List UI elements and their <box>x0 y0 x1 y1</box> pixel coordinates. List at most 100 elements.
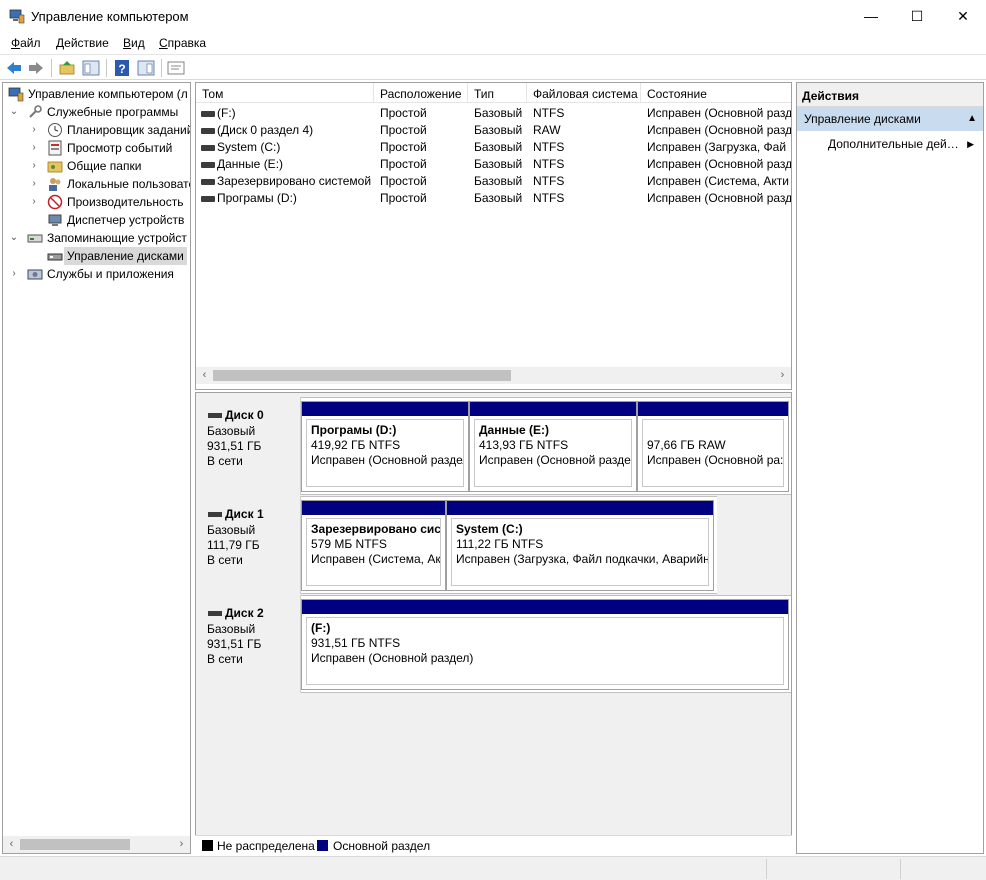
disk-0-label[interactable]: Диск 0 Базовый 931,51 ГБ В сети <box>197 397 301 495</box>
toolbar: ? <box>0 54 986 80</box>
tree-item-local-users[interactable]: › Локальные пользовате <box>5 175 190 193</box>
status-segment <box>900 859 986 879</box>
scroll-left-icon[interactable]: ‹ <box>3 836 20 853</box>
tree-item-services-apps[interactable]: › Службы и приложения <box>5 265 190 283</box>
clock-icon <box>48 123 62 137</box>
volume-horizontal-scrollbar[interactable]: ‹ › <box>196 367 791 384</box>
expand-chevron-icon[interactable]: › <box>29 193 39 211</box>
partition-f[interactable]: (F:) 931,51 ГБ NTFS Исправен (Основной р… <box>301 599 789 690</box>
disk-2-label[interactable]: Диск 2 Базовый 931,51 ГБ В сети <box>197 595 301 693</box>
disk-management-icon <box>47 253 63 261</box>
menu-file[interactable]: Файл <box>11 36 41 50</box>
scroll-left-icon[interactable]: ‹ <box>196 367 213 384</box>
navigation-tree: Управление компьютером (л ⌄ Служебные пр… <box>2 82 191 854</box>
disk-legend: Не распределена Основной раздел <box>195 835 792 854</box>
scrollbar-thumb[interactable] <box>213 370 511 381</box>
toolbar-separator <box>51 59 52 77</box>
maximize-icon: ☐ <box>910 7 924 24</box>
device-manager-icon <box>48 214 62 226</box>
expand-chevron-icon[interactable]: ⌄ <box>9 103 19 121</box>
minimize-button[interactable]: — <box>848 0 894 32</box>
volume-icon <box>201 162 215 168</box>
tools-icon <box>29 105 42 118</box>
help-icon[interactable]: ? <box>113 59 131 77</box>
close-button[interactable]: ✕ <box>940 0 986 32</box>
primary-partition-bar <box>470 402 636 416</box>
scrollbar-thumb[interactable] <box>20 839 130 850</box>
column-header-status[interactable]: Состояние <box>641 83 791 103</box>
expand-chevron-icon[interactable]: › <box>9 265 19 283</box>
table-row[interactable]: (F:) Простой Базовый NTFS Исправен (Осно… <box>196 105 791 122</box>
actions-pane: Действия Управление дисками ▲ Дополнител… <box>796 82 984 854</box>
actions-section-disk-management[interactable]: Управление дисками ▲ <box>797 107 983 131</box>
tree-item-storage[interactable]: ⌄ Запоминающие устройст <box>5 229 190 247</box>
tree-item-event-viewer[interactable]: › Просмотр событий <box>5 139 190 157</box>
up-folder-icon[interactable] <box>58 59 76 77</box>
column-header-file-system[interactable]: Файловая система <box>527 83 641 103</box>
expand-chevron-icon[interactable]: › <box>29 157 39 175</box>
disk-icon <box>208 413 222 418</box>
tree-item-device-manager[interactable]: Диспетчер устройств <box>5 211 190 229</box>
volume-icon <box>201 196 215 202</box>
status-bar <box>0 856 986 880</box>
disk-view: Диск 0 Базовый 931,51 ГБ В сети Програмы… <box>195 392 792 854</box>
close-icon: ✕ <box>957 7 969 24</box>
partition-c[interactable]: System (C:) 111,22 ГБ NTFS Исправен (Заг… <box>446 500 714 591</box>
menu-view[interactable]: Вид <box>123 36 145 50</box>
svg-text:?: ? <box>118 62 125 76</box>
users-icon <box>49 178 61 191</box>
tree-horizontal-scrollbar[interactable]: ‹ › <box>3 836 190 853</box>
status-segment <box>766 859 900 879</box>
properties-icon[interactable] <box>167 59 185 77</box>
expand-chevron-icon[interactable]: › <box>29 121 39 139</box>
partition-raw[interactable]: 97,66 ГБ RAW Исправен (Основной ра: <box>637 401 789 492</box>
disk-1-label[interactable]: Диск 1 Базовый 111,79 ГБ В сети <box>197 496 301 594</box>
minimize-icon: — <box>864 8 878 24</box>
performance-icon <box>47 194 63 210</box>
expand-chevron-icon[interactable]: ⌄ <box>9 229 19 247</box>
collapse-up-icon[interactable]: ▲ <box>967 107 977 131</box>
show-hide-action-pane-icon[interactable] <box>137 59 155 77</box>
scroll-right-icon[interactable]: › <box>774 367 791 384</box>
show-hide-tree-icon[interactable] <box>82 59 100 77</box>
table-row[interactable]: Зарезервировано системой Простой Базовый… <box>196 173 791 190</box>
partition-d[interactable]: Програмы (D:) 419,92 ГБ NTFS Исправен (О… <box>301 401 469 492</box>
forward-icon[interactable] <box>27 59 45 77</box>
column-header-layout[interactable]: Расположение <box>374 83 468 103</box>
volume-list: Том Расположение Тип Файловая система Со… <box>195 82 792 390</box>
volume-icon <box>201 111 215 117</box>
primary-partition-bar <box>302 402 468 416</box>
back-icon[interactable] <box>5 59 23 77</box>
table-row[interactable]: Данные (E:) Простой Базовый NTFS Исправе… <box>196 156 791 173</box>
tree-item-task-scheduler[interactable]: › Планировщик заданий <box>5 121 190 139</box>
tree-item-performance[interactable]: › Производительность <box>5 193 190 211</box>
menu-bar: Файл Действие Вид Справка <box>0 32 986 54</box>
submenu-arrow-icon: ▶ <box>967 139 974 149</box>
window-title: Управление компьютером <box>31 9 189 24</box>
table-row[interactable]: (Диск 0 раздел 4) Простой Базовый RAW Ис… <box>196 122 791 139</box>
menu-help[interactable]: Справка <box>159 36 206 50</box>
computer-management-icon <box>8 87 24 102</box>
expand-chevron-icon[interactable]: › <box>29 139 39 157</box>
column-header-volume[interactable]: Том <box>196 83 374 103</box>
column-header-type[interactable]: Тип <box>468 83 527 103</box>
tree-item-disk-management[interactable]: Управление дисками <box>5 247 190 265</box>
scroll-right-icon[interactable]: › <box>173 836 190 853</box>
tree-item-system-tools[interactable]: ⌄ Служебные программы <box>5 103 190 121</box>
toolbar-separator <box>161 59 162 77</box>
table-row[interactable]: System (C:) Простой Базовый NTFS Исправе… <box>196 139 791 156</box>
tree-item-shared-folders[interactable]: › Общие папки <box>5 157 190 175</box>
unallocated-swatch <box>202 840 213 851</box>
menu-action[interactable]: Действие <box>56 36 109 50</box>
disk-1-partitions: Зарезервировано сист 579 МБ NTFS Исправе… <box>301 496 717 594</box>
tree-item-computer-management[interactable]: Управление компьютером (л <box>5 85 190 103</box>
table-row[interactable]: Програмы (D:) Простой Базовый NTFS Испра… <box>196 190 791 207</box>
more-actions-item[interactable]: Дополнительные дей… ▶ <box>828 133 978 153</box>
disk-icon <box>208 512 222 517</box>
storage-icon <box>27 234 43 243</box>
partition-e[interactable]: Данные (E:) 413,93 ГБ NTFS Исправен (Осн… <box>469 401 637 492</box>
maximize-button[interactable]: ☐ <box>894 0 940 32</box>
partition-system-reserved[interactable]: Зарезервировано сист 579 МБ NTFS Исправе… <box>301 500 446 591</box>
expand-chevron-icon[interactable]: › <box>29 175 39 193</box>
primary-partition-bar <box>302 600 788 614</box>
